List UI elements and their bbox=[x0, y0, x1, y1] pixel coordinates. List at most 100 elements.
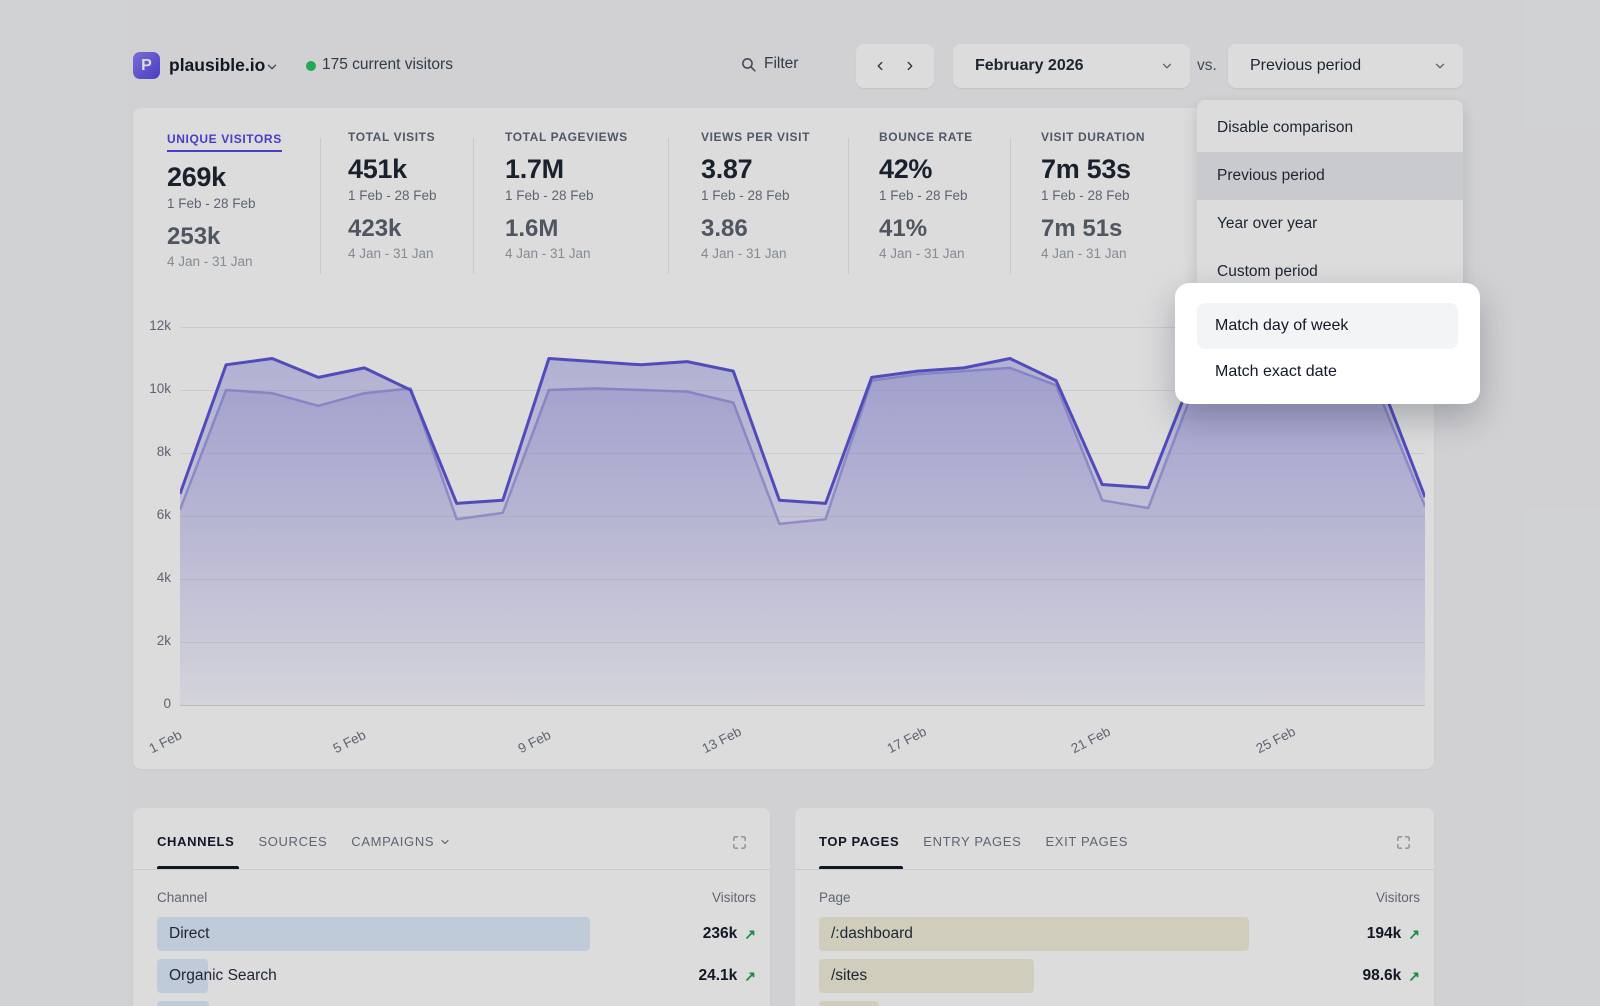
comparison-label: Previous period bbox=[1250, 57, 1361, 75]
fullscreen-icon[interactable] bbox=[731, 834, 748, 851]
stat-value: 451k bbox=[348, 154, 513, 185]
row-label: Direct bbox=[169, 925, 209, 943]
stat-value: 1.7M bbox=[505, 154, 670, 185]
stats-divider bbox=[320, 138, 321, 274]
x-tick-label: 21 Feb bbox=[1069, 724, 1113, 756]
fullscreen-icon[interactable] bbox=[1395, 834, 1412, 851]
site-chevron-down-icon[interactable] bbox=[265, 60, 279, 74]
chevron-down-icon bbox=[439, 836, 451, 848]
row-label: /:dashboard bbox=[831, 925, 913, 943]
table-row[interactable] bbox=[157, 1001, 756, 1006]
table-row[interactable]: /:dashboard194k↗ bbox=[819, 917, 1420, 951]
comparison-dropdown[interactable]: Previous period bbox=[1228, 44, 1463, 88]
row-bar bbox=[157, 917, 590, 951]
date-nav-group bbox=[856, 44, 934, 88]
stat-label: TOTAL VISITS bbox=[348, 130, 513, 144]
next-period-arrow-button[interactable] bbox=[903, 59, 917, 73]
stats-divider bbox=[473, 138, 474, 274]
x-tick-label: 17 Feb bbox=[884, 724, 928, 756]
menu-item-disable-comparison[interactable]: Disable comparison bbox=[1197, 104, 1463, 152]
table-row[interactable] bbox=[819, 1001, 1420, 1006]
stat-value: 42% bbox=[879, 154, 1044, 185]
y-tick-label: 10k bbox=[133, 381, 171, 396]
tab-sources[interactable]: SOURCES bbox=[258, 834, 327, 849]
tab-entry-pages[interactable]: ENTRY PAGES bbox=[923, 834, 1021, 849]
search-icon bbox=[740, 56, 757, 73]
table-columns: Channel Visitors bbox=[157, 890, 756, 905]
table-row[interactable]: Direct 236k ↗ bbox=[157, 917, 756, 951]
chevron-down-icon bbox=[1433, 59, 1447, 73]
stat-visit-duration[interactable]: VISIT DURATION7m 53s1 Feb - 28 Feb7m 51s… bbox=[1041, 130, 1206, 261]
pages-panel: TOP PAGESENTRY PAGESEXIT PAGES Page Visi… bbox=[795, 808, 1434, 1006]
stat-period: 1 Feb - 28 Feb bbox=[348, 188, 513, 203]
tab-label: EXIT PAGES bbox=[1045, 834, 1128, 849]
chevron-down-icon bbox=[1160, 59, 1174, 73]
current-visitors-count[interactable]: 175 current visitors bbox=[322, 56, 453, 74]
x-tick-label: 5 Feb bbox=[331, 727, 369, 756]
tab-label: ENTRY PAGES bbox=[923, 834, 1021, 849]
date-range-dropdown[interactable]: February 2026 bbox=[953, 44, 1190, 88]
stat-label: UNIQUE VISITORS bbox=[167, 132, 282, 152]
popup-item-match-exact-date[interactable]: Match exact date bbox=[1197, 349, 1458, 395]
live-visitors-dot-icon bbox=[306, 61, 316, 71]
stat-prev-period: 4 Jan - 31 Jan bbox=[1041, 246, 1206, 261]
y-tick-label: 4k bbox=[133, 570, 171, 585]
stat-bounce-rate[interactable]: BOUNCE RATE42%1 Feb - 28 Feb41%4 Jan - 3… bbox=[879, 130, 1044, 261]
tabs-separator bbox=[133, 869, 770, 870]
site-name[interactable]: plausible.io bbox=[169, 55, 265, 76]
match-options-popup: Match day of weekMatch exact date bbox=[1175, 283, 1480, 404]
tab-label: CHANNELS bbox=[157, 834, 234, 849]
stat-value: 7m 53s bbox=[1041, 154, 1206, 185]
stat-prev-period: 4 Jan - 31 Jan bbox=[167, 254, 332, 269]
table-row[interactable]: Organic Search24.1k↗ bbox=[157, 959, 756, 993]
stat-prev-period: 4 Jan - 31 Jan bbox=[348, 246, 513, 261]
tabs-separator bbox=[795, 869, 1434, 870]
stat-total-pageviews[interactable]: TOTAL PAGEVIEWS1.7M1 Feb - 28 Feb1.6M4 J… bbox=[505, 130, 670, 261]
trend-up-icon: ↗ bbox=[744, 968, 756, 985]
row-value: 24.1k bbox=[698, 967, 737, 985]
column-page: Page bbox=[819, 890, 851, 905]
date-range-label: February 2026 bbox=[975, 57, 1084, 75]
stat-period: 1 Feb - 28 Feb bbox=[701, 188, 866, 203]
x-tick-label: 9 Feb bbox=[515, 727, 553, 756]
row-visitors: 98.6k↗ bbox=[1362, 967, 1420, 985]
channels-panel: CHANNELS SOURCES CAMPAIGNS Channel Visitor… bbox=[133, 808, 770, 1006]
row-value: 236k bbox=[703, 925, 737, 943]
stat-unique-visitors[interactable]: UNIQUE VISITORS269k1 Feb - 28 Feb253k4 J… bbox=[167, 130, 332, 269]
row-visitors: 236k ↗ bbox=[703, 925, 756, 943]
tab-top-pages[interactable]: TOP PAGES bbox=[819, 834, 899, 849]
x-tick-label: 25 Feb bbox=[1253, 724, 1297, 756]
y-tick-label: 2k bbox=[133, 633, 171, 648]
menu-item-previous-period[interactable]: Previous period bbox=[1197, 152, 1463, 200]
stat-label: BOUNCE RATE bbox=[879, 130, 1044, 144]
stat-prev-period: 4 Jan - 31 Jan bbox=[701, 246, 866, 261]
stat-period: 1 Feb - 28 Feb bbox=[1041, 188, 1206, 203]
table-row[interactable]: /sites98.6k↗ bbox=[819, 959, 1420, 993]
prev-period-arrow-button[interactable] bbox=[873, 59, 887, 73]
filter-label: Filter bbox=[764, 55, 798, 73]
row-value: 98.6k bbox=[1362, 967, 1401, 985]
popup-item-match-day-of-week[interactable]: Match day of week bbox=[1197, 303, 1458, 349]
pages-table: /:dashboard194k↗ /sites98.6k↗ bbox=[819, 917, 1420, 1006]
stat-period: 1 Feb - 28 Feb bbox=[505, 188, 670, 203]
stat-prev-value: 41% bbox=[879, 215, 1044, 243]
y-tick-label: 8k bbox=[133, 444, 171, 459]
stat-value: 3.87 bbox=[701, 154, 866, 185]
stat-total-visits[interactable]: TOTAL VISITS451k1 Feb - 28 Feb423k4 Jan … bbox=[348, 130, 513, 261]
row-visitors: 24.1k ↗ bbox=[698, 967, 756, 985]
filter-button[interactable]: Filter bbox=[740, 55, 798, 73]
stat-views-per-visit[interactable]: VIEWS PER VISIT3.871 Feb - 28 Feb3.864 J… bbox=[701, 130, 866, 261]
tab-campaigns[interactable]: CAMPAIGNS bbox=[351, 834, 451, 849]
y-tick-label: 0 bbox=[133, 696, 171, 711]
tab-channels[interactable]: CHANNELS bbox=[157, 834, 234, 849]
trend-up-icon: ↗ bbox=[1408, 926, 1420, 943]
stat-period: 1 Feb - 28 Feb bbox=[167, 196, 332, 211]
tab-label: TOP PAGES bbox=[819, 834, 899, 849]
row-bar bbox=[157, 1001, 209, 1006]
trend-up-icon: ↗ bbox=[744, 926, 756, 943]
stat-prev-period: 4 Jan - 31 Jan bbox=[879, 246, 1044, 261]
tab-exit-pages[interactable]: EXIT PAGES bbox=[1045, 834, 1128, 849]
stat-prev-period: 4 Jan - 31 Jan bbox=[505, 246, 670, 261]
stats-divider bbox=[1010, 138, 1011, 274]
menu-item-year-over-year[interactable]: Year over year bbox=[1197, 200, 1463, 248]
